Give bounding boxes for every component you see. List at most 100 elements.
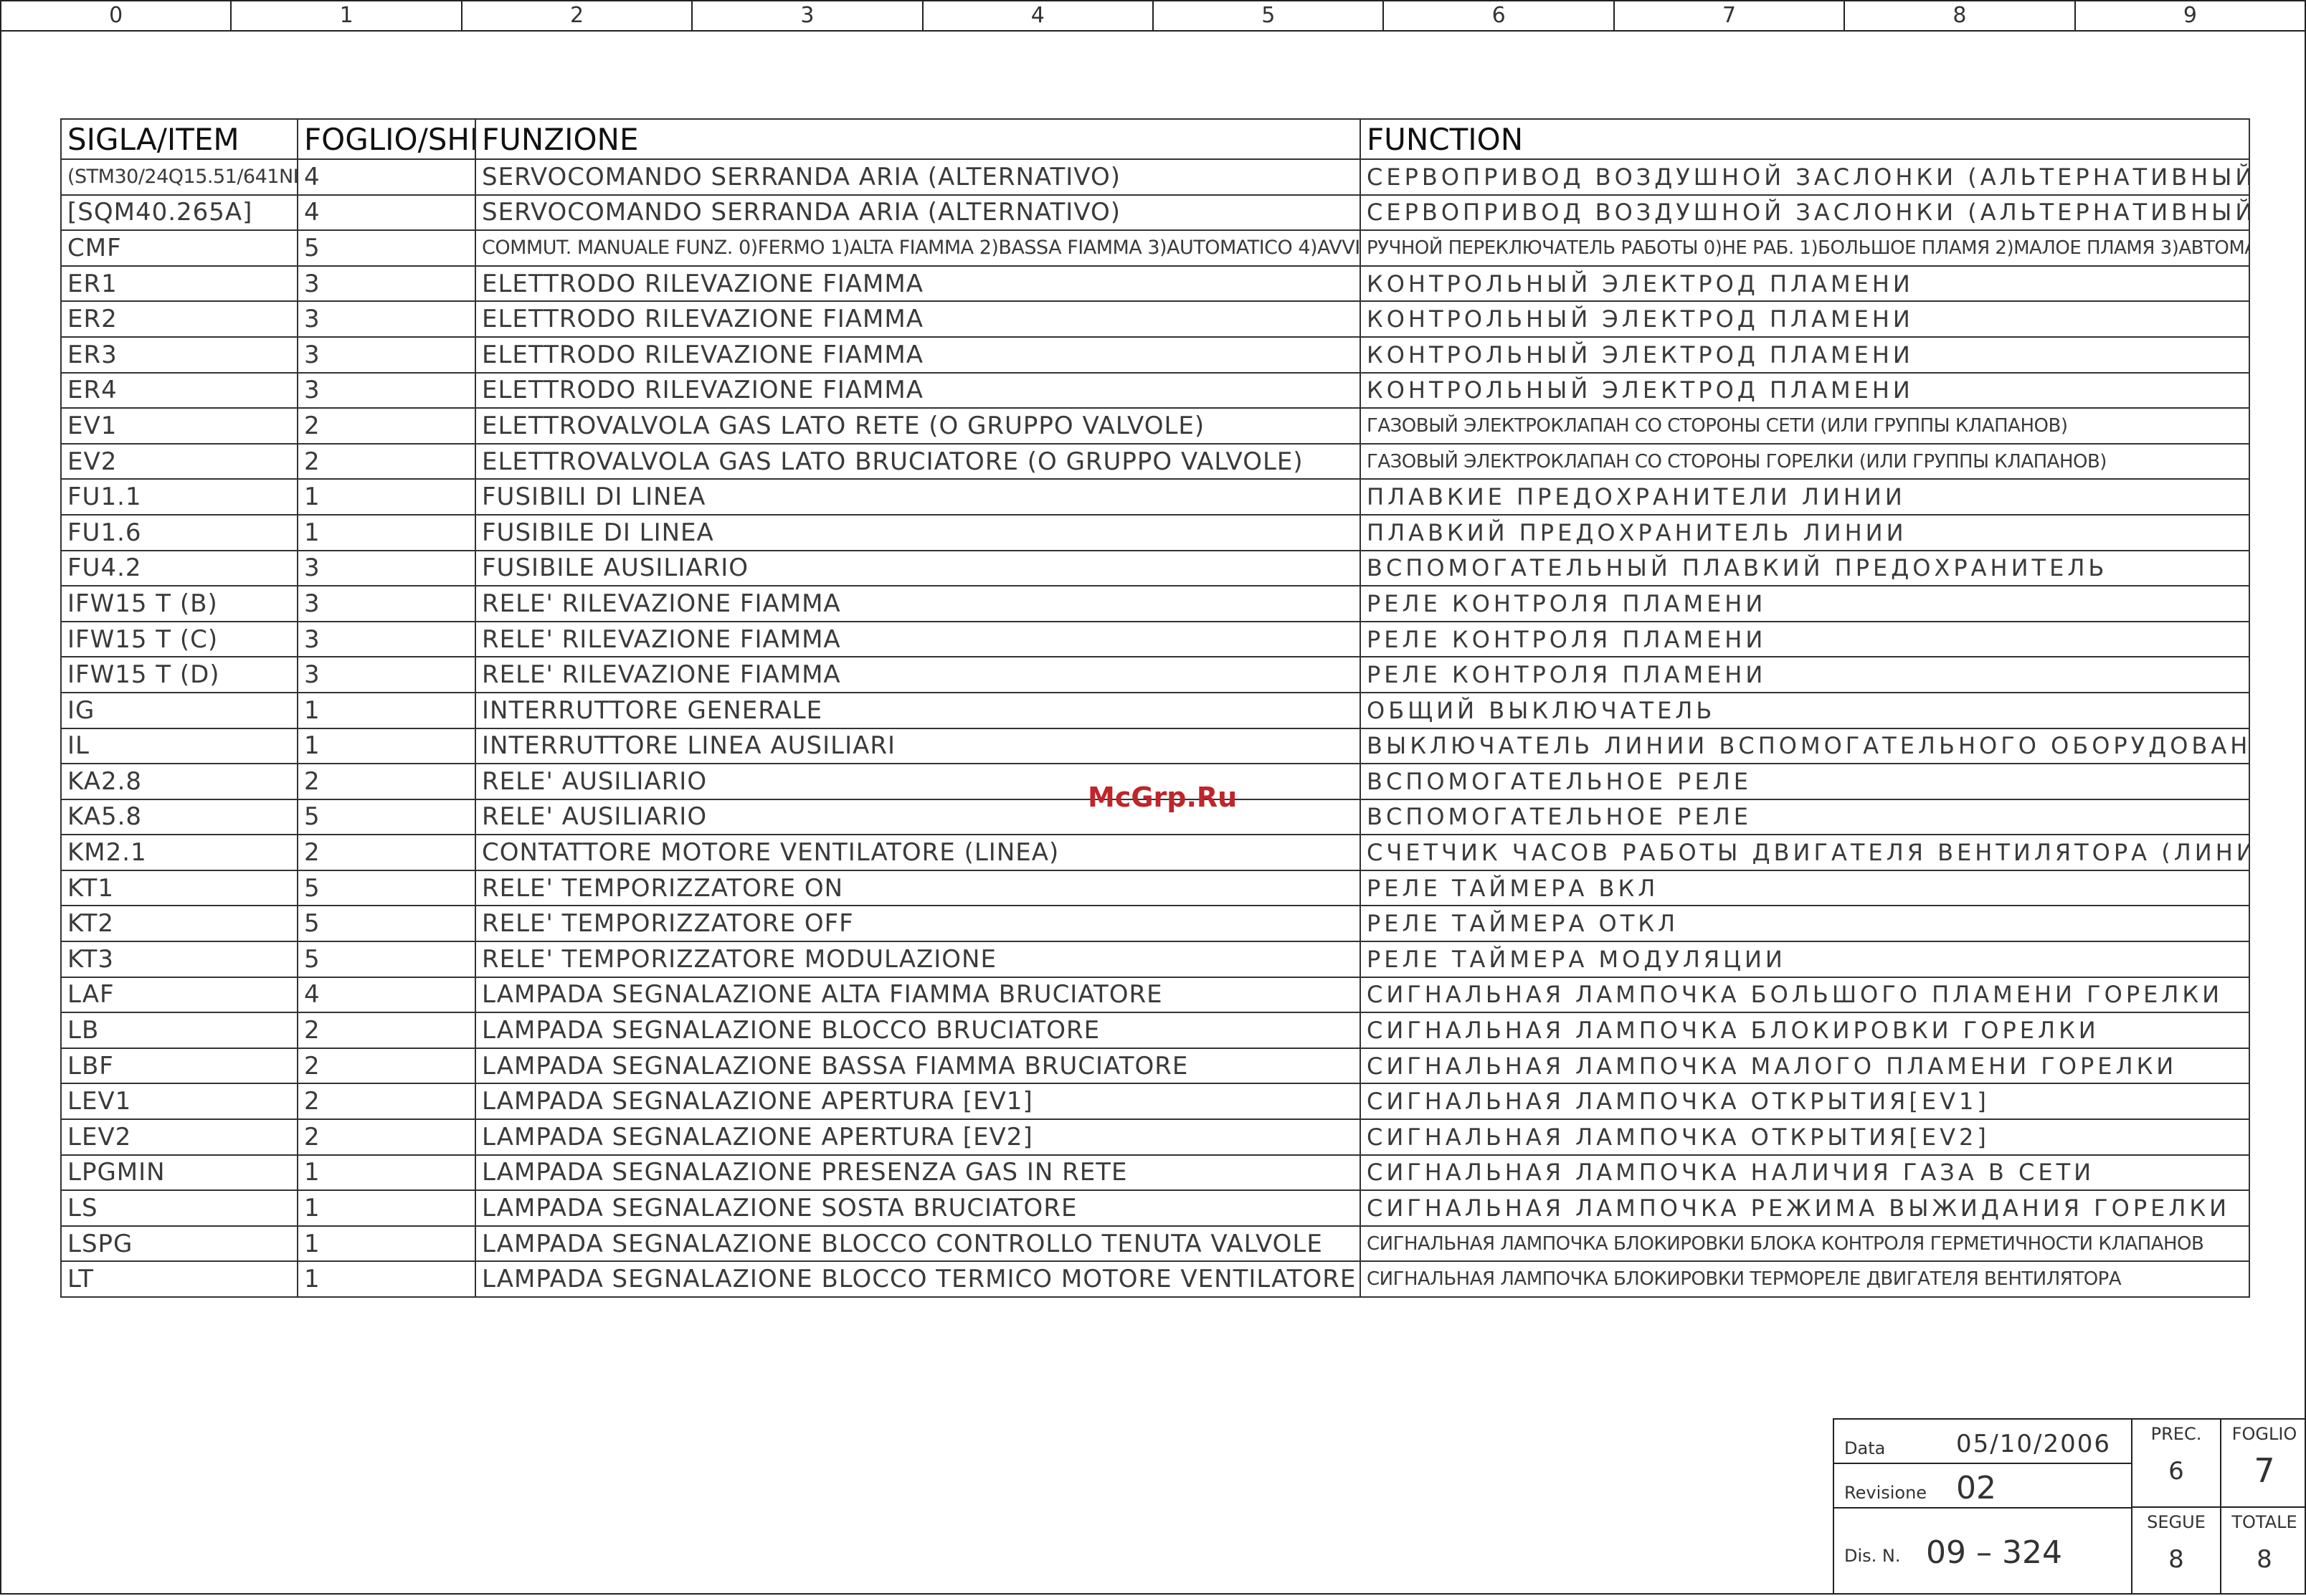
sheet-cell: 1 bbox=[297, 1260, 476, 1298]
table-row: ER4 3 ELETTRODO RILEVAZIONE FIAMMA КОНТРОЛЬ… bbox=[60, 371, 2250, 409]
item-cell: LS bbox=[60, 1189, 298, 1227]
sheet-cell: 3 bbox=[297, 620, 476, 658]
function-cell: РЕЛЕ КОНТРОЛЯ ПЛАМЕНИ bbox=[1360, 656, 2250, 693]
table-row: LEV1 2 LAMPADA SEGNALAZIONE APERTURA [EV1]… bbox=[60, 1083, 2250, 1121]
ruler-cell: 8 bbox=[1845, 1, 2076, 30]
ruler-cell: 0 bbox=[1, 1, 232, 30]
function-cell: РЕЛЕ ТАЙМЕРА МОДУЛЯЦИИ bbox=[1360, 941, 2250, 978]
function-cell: СИГНАЛЬНАЯ ЛАМПОЧКА БЛОКИРОВКИ БЛОКА КОН… bbox=[1360, 1225, 2250, 1263]
funzione-cell: LAMPADA SEGNALAZIONE BLOCCO TERMICO MOTO… bbox=[475, 1260, 1361, 1298]
table-header-row: SIGLA/ITEM FOGLIO/SHEET FUNZIONE FUNCTIO… bbox=[60, 118, 2250, 160]
function-cell: СИГНАЛЬНАЯ ЛАМПОЧКА РЕЖИМА ВЫЖИДАНИЯ ГОР… bbox=[1360, 1189, 2250, 1227]
column-ruler: 012345678 9 bbox=[1, 1, 2305, 32]
funzione-cell: ELETTRODO RILEVAZIONE FIAMMA bbox=[475, 300, 1361, 338]
function-cell: СЕРВОПРИВОД ВОЗДУШНОЙ ЗАСЛОНКИ (АЛЬТЕРНА… bbox=[1360, 158, 2250, 196]
funzione-cell: SERVOCOMANDO SERRANDA ARIA (ALTERNATIVO) bbox=[475, 194, 1361, 232]
table-row: KT2 5 RELE' TEMPORIZZATORE OFF РЕЛЕ ТАЙМЕРА… bbox=[60, 905, 2250, 943]
title-block-col-prev: PREC. 6 SEGUE 8 bbox=[2132, 1420, 2221, 1593]
sheet-cell: 3 bbox=[297, 300, 476, 338]
table-row: FU4.2 3 FUSIBILE AUSILIARIO ВСПОМОГАТЕЛЬНЫЙ… bbox=[60, 549, 2250, 587]
funzione-cell: INTERRUTTORE LINEA AUSILIARI bbox=[475, 727, 1361, 765]
totale-cell: TOTALE 8 bbox=[2221, 1506, 2306, 1594]
revision-label: Revisione bbox=[1844, 1483, 1927, 1503]
component-legend-table: SIGLA/ITEM FOGLIO/SHEET FUNZIONE FUNCTIO… bbox=[60, 118, 2250, 1298]
table-row: IL 1 INTERRUTTORE LINEA AUSILIARI ВЫКЛЮЧАТЕ… bbox=[60, 727, 2250, 765]
item-cell: ER2 bbox=[60, 300, 298, 338]
item-cell: KM2.1 bbox=[60, 834, 298, 871]
foglio-value: 7 bbox=[2254, 1451, 2275, 1490]
function-cell: КОНТРОЛЬНЫЙ ЭЛЕКТРОД ПЛАМЕНИ bbox=[1360, 300, 2250, 338]
table-row: ER3 3 ELETTRODO RILEVAZIONE FIAMMA КОНТРОЛЬ… bbox=[60, 336, 2250, 374]
function-cell: ПЛАВКИЕ ПРЕДОХРАНИТЕЛИ ЛИНИИ bbox=[1360, 478, 2250, 516]
sheet-cell: 1 bbox=[297, 513, 476, 551]
item-cell: EV1 bbox=[60, 407, 298, 445]
function-cell: КОНТРОЛЬНЫЙ ЭЛЕКТРОД ПЛАМЕНИ bbox=[1360, 336, 2250, 374]
sheet-cell: 2 bbox=[297, 442, 476, 480]
item-cell: IL bbox=[60, 727, 298, 765]
function-cell: ОБЩИЙ ВЫКЛЮЧАТЕЛЬ bbox=[1360, 691, 2250, 729]
table-row: (STM30/24Q15.51/641NLP) 4 SERVOCOMANDO SER… bbox=[60, 158, 2250, 196]
item-cell: LSPG bbox=[60, 1225, 298, 1263]
segue-cell: SEGUE 8 bbox=[2132, 1506, 2220, 1594]
item-cell: LB bbox=[60, 1012, 298, 1049]
sheet-cell: 5 bbox=[297, 869, 476, 907]
funzione-cell: LAMPADA SEGNALAZIONE SOSTA BRUCIATORE bbox=[475, 1189, 1361, 1227]
revision-value: 02 bbox=[1956, 1470, 1996, 1506]
ruler-cell: 5 bbox=[1154, 1, 1385, 30]
revision-row: Revisione 02 bbox=[1834, 1464, 2131, 1509]
function-cell: СИГНАЛЬНАЯ ЛАМПОЧКА ОТКРЫТИЯ[EV2] bbox=[1360, 1118, 2250, 1156]
funzione-cell: ELETTROVALVOLA GAS LATO BRUCIATORE (O GR… bbox=[475, 442, 1361, 480]
funzione-cell: LAMPADA SEGNALAZIONE ALTA FIAMMA BRUCIAT… bbox=[475, 976, 1361, 1014]
prec-value: 6 bbox=[2168, 1457, 2184, 1486]
prec-cell: PREC. 6 bbox=[2132, 1420, 2220, 1506]
function-cell: ГАЗОВЫЙ ЭЛЕКТРОКЛАПАН СО СТОРОНЫ СЕТИ (И… bbox=[1360, 407, 2250, 445]
watermark-text: McGrp.Ru bbox=[1088, 782, 1238, 813]
function-cell: КОНТРОЛЬНЫЙ ЭЛЕКТРОД ПЛАМЕНИ bbox=[1360, 371, 2250, 409]
item-cell: LEV2 bbox=[60, 1118, 298, 1156]
sheet-cell: 2 bbox=[297, 1047, 476, 1085]
drawing-sheet: 0123456789 SIGLA/ITEM FOGLIO/SHEET FUNZI… bbox=[0, 0, 2306, 1595]
sheet-cell: 1 bbox=[297, 727, 476, 765]
funzione-cell: INTERRUTTORE GENERALE bbox=[475, 691, 1361, 729]
function-cell: СЕРВОПРИВОД ВОЗДУШНОЙ ЗАСЛОНКИ (АЛЬТЕРНА… bbox=[1360, 194, 2250, 232]
date-label: Data bbox=[1844, 1438, 1886, 1458]
ruler-cell: 1 bbox=[232, 1, 462, 30]
function-cell: ПЛАВКИЙ ПРЕДОХРАНИТЕЛЬ ЛИНИИ bbox=[1360, 513, 2250, 551]
item-cell: KT2 bbox=[60, 905, 298, 943]
item-cell: KA5.8 bbox=[60, 798, 298, 836]
function-cell: СИГНАЛЬНАЯ ЛАМПОЧКА БЛОКИРОВКИ ГОРЕЛКИ bbox=[1360, 1012, 2250, 1049]
item-cell: LPGMIN bbox=[60, 1154, 298, 1192]
table-row: FU1.1 1 FUSIBILI DI LINEA ПЛАВКИЕ ПРЕДОХРАН… bbox=[60, 478, 2250, 516]
table-row: IFW15 T (D) 3 RELE' RILEVAZIONE FIAMMA РЕЛЕ… bbox=[60, 656, 2250, 693]
function-cell: СИГНАЛЬНАЯ ЛАМПОЧКА ОТКРЫТИЯ[EV1] bbox=[1360, 1083, 2250, 1121]
segue-value: 8 bbox=[2168, 1545, 2184, 1574]
sheet-cell: 2 bbox=[297, 763, 476, 800]
function-cell: СИГНАЛЬНАЯ ЛАМПОЧКА БЛОКИРОВКИ ТЕРМОРЕЛЕ… bbox=[1360, 1260, 2250, 1298]
table-row: LAF 4 LAMPADA SEGNALAZIONE ALTA FIAMMA BRU… bbox=[60, 976, 2250, 1014]
segue-label: SEGUE bbox=[2147, 1512, 2206, 1532]
table-row: LBF 2 LAMPADA SEGNALAZIONE BASSA FIAMMA BR… bbox=[60, 1047, 2250, 1085]
item-cell: KA2.8 bbox=[60, 763, 298, 800]
sheet-cell: 4 bbox=[297, 194, 476, 232]
ruler-cell: 7 bbox=[1615, 1, 1846, 30]
foglio-cell: FOGLIO 7 bbox=[2221, 1420, 2306, 1506]
function-cell: СЧЕТЧИК ЧАСОВ РАБОТЫ ДВИГАТЕЛЯ ВЕНТИЛЯТО… bbox=[1360, 834, 2250, 871]
table-row: KM2.1 2 CONTATTORE MOTORE VENTILATORE (LIN… bbox=[60, 834, 2250, 871]
item-cell: (STM30/24Q15.51/641NLP) bbox=[60, 158, 298, 196]
ruler-cell: 3 bbox=[693, 1, 924, 30]
funzione-cell: ELETTRODO RILEVAZIONE FIAMMA bbox=[475, 265, 1361, 303]
date-row: Data 05/10/2006 bbox=[1834, 1420, 2131, 1464]
sheet-cell: 1 bbox=[297, 478, 476, 516]
title-block: Data 05/10/2006 Revisione 02 Dis. N. 09 … bbox=[1833, 1418, 2306, 1593]
ruler-cell: 9 bbox=[2183, 3, 2197, 28]
item-cell: [SQM40.265A] bbox=[60, 194, 298, 232]
funzione-cell: FUSIBILI DI LINEA bbox=[475, 478, 1361, 516]
function-cell: РЕЛЕ ТАЙМЕРА ВКЛ bbox=[1360, 869, 2250, 907]
table-row: ER1 3 ELETTRODO RILEVAZIONE FIAMMA КОНТРОЛЬ… bbox=[60, 265, 2250, 303]
table-row: LSPG 1 LAMPADA SEGNALAZIONE BLOCCO CONTROL… bbox=[60, 1225, 2250, 1263]
header-funzione: FUNZIONE bbox=[475, 118, 1361, 160]
header-function: FUNCTION bbox=[1360, 118, 2250, 160]
function-cell: ВСПОМОГАТЕЛЬНОЕ РЕЛЕ bbox=[1360, 763, 2250, 800]
prec-label: PREC. bbox=[2150, 1424, 2202, 1444]
date-value: 05/10/2006 bbox=[1956, 1430, 2111, 1458]
